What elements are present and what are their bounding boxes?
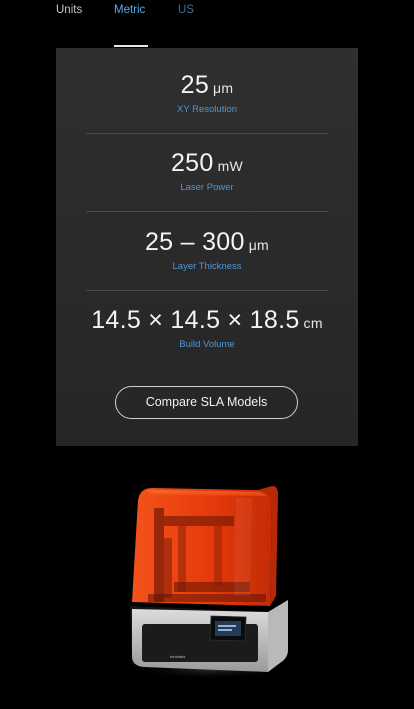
- spec-value-row: 250 mW: [86, 149, 328, 180]
- active-tab-indicator: [114, 45, 148, 47]
- spec-value-row: 14.5 × 14.5 × 18.5 cm: [86, 306, 328, 337]
- spec-value: 250: [170, 149, 214, 177]
- spec-label: Laser Power: [180, 182, 234, 193]
- spec-xy-resolution: 25 μm XY Resolution: [86, 71, 328, 116]
- spec-value: 25: [180, 71, 210, 99]
- divider: [86, 211, 328, 212]
- spec-laser-power: 250 mW Laser Power: [86, 149, 328, 194]
- printer-brand: formlabs: [170, 654, 185, 659]
- tab-metric[interactable]: Metric: [114, 3, 145, 17]
- spec-value-row: 25 μm: [86, 71, 328, 102]
- spec-label: Build Volume: [179, 339, 235, 350]
- printer-image: formlabs: [118, 478, 298, 683]
- spec-value: 25 – 300: [144, 228, 245, 256]
- spec-label: XY Resolution: [176, 104, 238, 115]
- spec-value-row: 25 – 300 μm: [86, 228, 328, 259]
- tab-us[interactable]: US: [178, 3, 194, 17]
- unit-tabs: Units Metric US: [56, 0, 358, 48]
- spec-unit: cm: [303, 315, 323, 331]
- spec-unit: mW: [217, 158, 244, 174]
- spec-value: 14.5 × 14.5 × 18.5: [91, 306, 300, 334]
- compare-sla-models-button[interactable]: Compare SLA Models: [115, 386, 298, 419]
- spec-build-volume: 14.5 × 14.5 × 18.5 cm Build Volume: [86, 306, 328, 351]
- divider: [86, 133, 328, 134]
- spec-unit: μm: [213, 80, 234, 96]
- specs-card: 25 μm XY Resolution 250 mW Laser Power 25 …: [56, 48, 358, 446]
- spec-layer-thickness: 25 – 300 μm Layer Thickness: [86, 228, 328, 273]
- divider: [86, 290, 328, 291]
- units-label: Units: [56, 4, 83, 16]
- printer-illustration: formlabs: [130, 486, 290, 679]
- spec-unit: μm: [248, 237, 270, 253]
- spec-label: Layer Thickness: [172, 261, 242, 272]
